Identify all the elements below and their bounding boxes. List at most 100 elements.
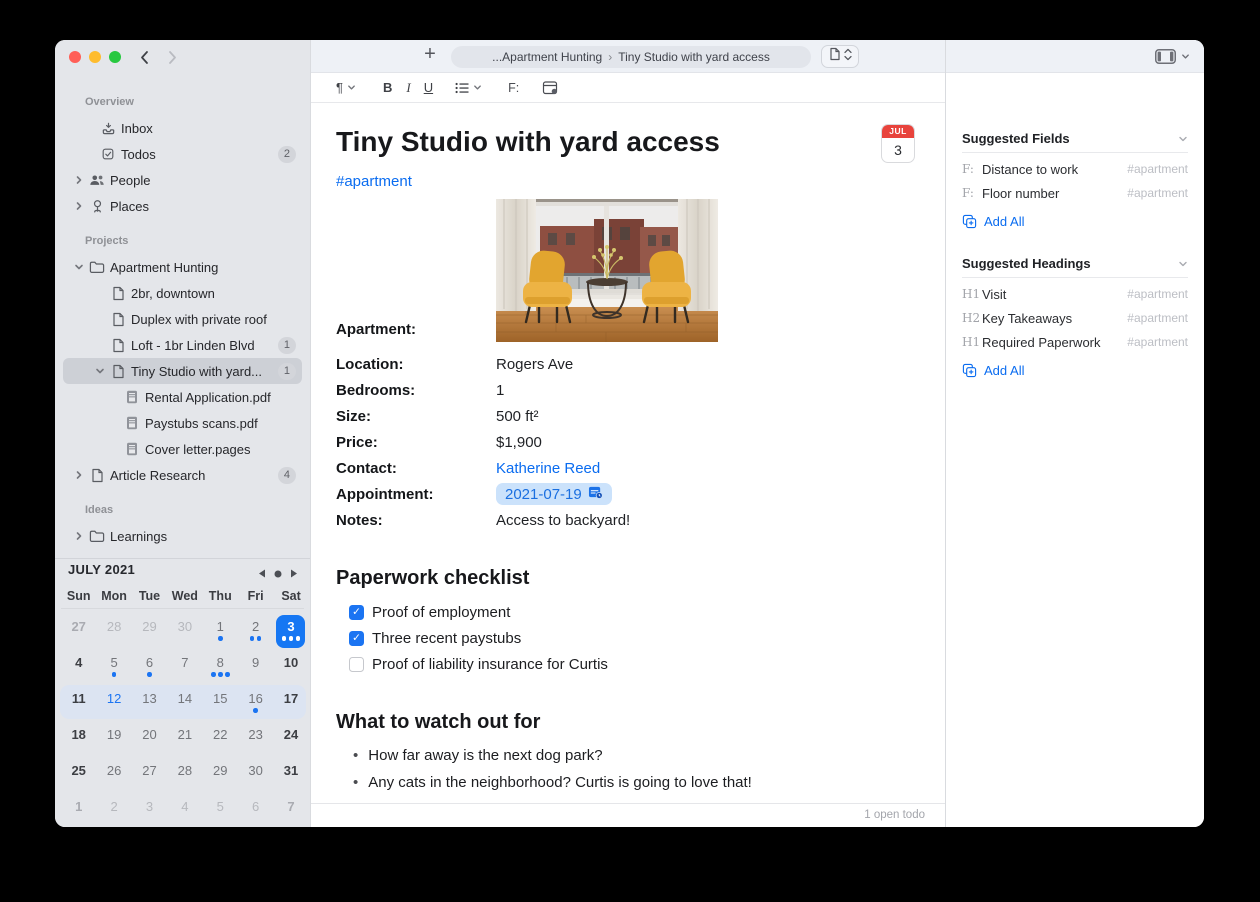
sidebar-item[interactable]: Tiny Studio with yard... 1 xyxy=(63,358,302,384)
sidebar-item[interactable]: Cover letter.pages xyxy=(63,436,302,462)
calendar-day[interactable]: 30 xyxy=(167,614,202,650)
suggested-heading-item[interactable]: H1 Required Paperwork #apartment xyxy=(962,330,1188,354)
calendar-day[interactable]: 7 xyxy=(167,650,202,686)
note-tag[interactable]: #apartment xyxy=(336,173,412,190)
zoom-window-button[interactable] xyxy=(109,51,121,63)
calendar-day[interactable]: 6 xyxy=(132,650,167,686)
chevron-right-icon[interactable] xyxy=(73,175,85,185)
paragraph-style-button[interactable]: ¶ xyxy=(336,80,356,95)
sidebar-item[interactable]: Duplex with private roof xyxy=(63,306,302,332)
sidebar-item[interactable]: Rental Application.pdf xyxy=(63,384,302,410)
calendar-day[interactable]: 22 xyxy=(203,722,238,758)
back-button[interactable] xyxy=(139,50,150,70)
calendar-day[interactable]: 29 xyxy=(132,614,167,650)
panel-toggle-button[interactable] xyxy=(1155,49,1190,64)
calendar-day[interactable]: 27 xyxy=(61,614,96,650)
calendar-day[interactable]: 20 xyxy=(132,722,167,758)
sidebar-item[interactable]: Apartment Hunting xyxy=(63,254,302,280)
field-value[interactable]: $1,900 xyxy=(496,434,542,451)
close-window-button[interactable] xyxy=(69,51,81,63)
field-value[interactable]: 500 ft² xyxy=(496,408,539,425)
calendar-day[interactable]: 28 xyxy=(96,614,131,650)
chevron-down-icon[interactable] xyxy=(73,262,85,272)
chevron-right-icon[interactable] xyxy=(73,531,85,541)
sidebar-item[interactable]: Article Research 4 xyxy=(63,462,302,488)
suggested-heading-item[interactable]: H1 Visit #apartment xyxy=(962,282,1188,306)
calendar-day[interactable]: 7 xyxy=(273,794,308,827)
todo-checkbox[interactable] xyxy=(349,605,364,620)
calendar-day[interactable]: 28 xyxy=(167,758,202,794)
sidebar-item[interactable]: Places xyxy=(63,193,302,219)
calendar-day[interactable]: 9 xyxy=(238,650,273,686)
sidebar-item[interactable]: People xyxy=(63,167,302,193)
calendar-day[interactable]: 3 xyxy=(132,794,167,827)
calendar-day[interactable]: 21 xyxy=(167,722,202,758)
calendar-day[interactable]: 19 xyxy=(96,722,131,758)
calendar-day[interactable]: 23 xyxy=(238,722,273,758)
sidebar-item[interactable]: Loft - 1br Linden Blvd 1 xyxy=(63,332,302,358)
apartment-photo[interactable] xyxy=(496,199,718,342)
calendar-day[interactable]: 31 xyxy=(273,758,308,794)
calendar-day[interactable]: 2 xyxy=(96,794,131,827)
breadcrumb-current[interactable]: Tiny Studio with yard access xyxy=(618,50,770,64)
calendar-day[interactable]: 30 xyxy=(238,758,273,794)
insert-date-button[interactable] xyxy=(542,80,558,95)
calendar-prev-button[interactable] xyxy=(258,565,266,583)
sidebar-item[interactable]: Inbox xyxy=(63,115,302,141)
suggested-field-item[interactable]: F: Distance to work #apartment xyxy=(962,157,1188,181)
calendar-day[interactable]: 1 xyxy=(61,794,96,827)
calendar-day[interactable]: 17 xyxy=(273,686,308,722)
calendar-day[interactable]: 5 xyxy=(96,650,131,686)
sidebar-item[interactable]: Learnings xyxy=(63,523,302,549)
chevron-right-icon[interactable] xyxy=(73,470,85,480)
field-value[interactable]: Rogers Ave xyxy=(496,356,573,373)
date-badge[interactable]: JUL 3 xyxy=(881,124,915,163)
calendar-day[interactable]: 3 xyxy=(273,614,308,650)
suggested-fields-header[interactable]: Suggested Fields xyxy=(962,131,1188,146)
sidebar-item[interactable]: 2br, downtown xyxy=(63,280,302,306)
calendar-today-button[interactable] xyxy=(274,565,282,583)
field-value[interactable]: 2021-07-19 xyxy=(496,483,612,505)
chevron-right-icon[interactable] xyxy=(73,201,85,211)
calendar-day[interactable]: 2 xyxy=(238,614,273,650)
sidebar-item[interactable]: Todos 2 xyxy=(63,141,302,167)
calendar-next-button[interactable] xyxy=(290,565,298,583)
suggested-headings-header[interactable]: Suggested Headings xyxy=(962,256,1188,271)
note-editor[interactable]: Tiny Studio with yard access JUL 3 #apar… xyxy=(311,103,945,803)
calendar-day[interactable]: 1 xyxy=(203,614,238,650)
forward-button[interactable] xyxy=(167,50,178,70)
calendar-day[interactable]: 15 xyxy=(203,686,238,722)
calendar-day[interactable]: 4 xyxy=(61,650,96,686)
bold-button[interactable]: B xyxy=(383,80,392,95)
calendar-day[interactable]: 12 xyxy=(96,686,131,722)
field-value[interactable]: 1 xyxy=(496,382,504,399)
calendar-day[interactable]: 24 xyxy=(273,722,308,758)
calendar-day[interactable]: 18 xyxy=(61,722,96,758)
breadcrumb-parent[interactable]: ...Apartment Hunting xyxy=(492,50,602,64)
field-value[interactable]: Katherine Reed xyxy=(496,460,600,477)
minimize-window-button[interactable] xyxy=(89,51,101,63)
calendar-day[interactable]: 10 xyxy=(273,650,308,686)
calendar-day[interactable]: 13 xyxy=(132,686,167,722)
new-note-button[interactable]: + xyxy=(418,43,442,66)
todo-checkbox[interactable] xyxy=(349,657,364,672)
calendar-day[interactable]: 25 xyxy=(61,758,96,794)
suggested-heading-item[interactable]: H2 Key Takeaways #apartment xyxy=(962,306,1188,330)
suggested-field-item[interactable]: F: Floor number #apartment xyxy=(962,181,1188,205)
list-style-button[interactable] xyxy=(455,82,482,94)
insert-field-button[interactable]: F: xyxy=(508,81,519,95)
underline-button[interactable]: U xyxy=(424,80,433,95)
note-switcher-button[interactable] xyxy=(821,45,859,68)
calendar-day[interactable]: 6 xyxy=(238,794,273,827)
calendar-day[interactable]: 5 xyxy=(203,794,238,827)
calendar-day[interactable]: 11 xyxy=(61,686,96,722)
calendar-day[interactable]: 16 xyxy=(238,686,273,722)
calendar-day[interactable]: 27 xyxy=(132,758,167,794)
todo-checkbox[interactable] xyxy=(349,631,364,646)
calendar-day[interactable]: 26 xyxy=(96,758,131,794)
calendar-day[interactable]: 8 xyxy=(203,650,238,686)
breadcrumb[interactable]: ...Apartment Hunting › Tiny Studio with … xyxy=(451,46,811,68)
add-all-fields-button[interactable]: Add All xyxy=(962,209,1188,233)
sidebar-item[interactable]: Paystubs scans.pdf xyxy=(63,410,302,436)
note-title[interactable]: Tiny Studio with yard access xyxy=(336,124,720,160)
